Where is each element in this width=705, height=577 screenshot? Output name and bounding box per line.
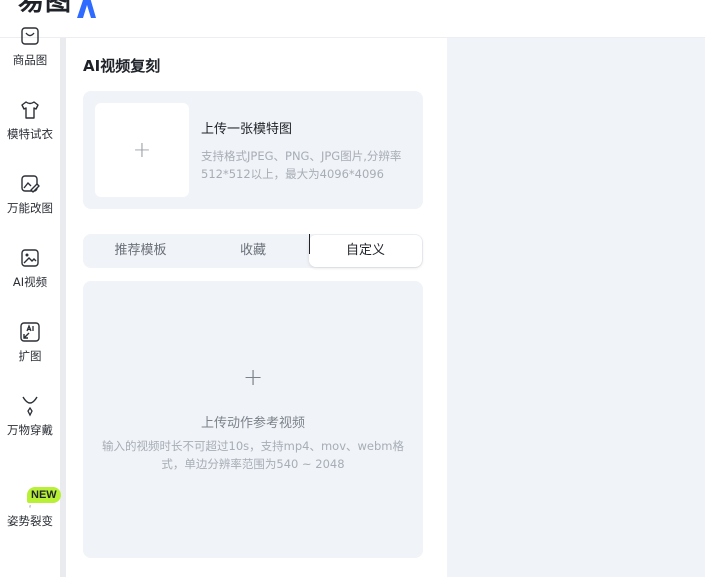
nav-item-expand[interactable]: 扩图 xyxy=(0,321,60,381)
brand-name: 易图 xyxy=(18,0,73,17)
upload-video-hint: 输入的视频时长不可超过10s，支持mp4、mov、webm格式，单边分辨率范围为… xyxy=(102,439,404,471)
panel-title: AI视频复刻 xyxy=(83,57,161,75)
ai-logo-icon xyxy=(77,0,97,18)
upload-image-hint: 支持格式JPEG、PNG、JPG图片,分辨率512*512以上，最大为4096*… xyxy=(201,149,402,181)
bag-icon xyxy=(21,27,39,45)
template-tabs: 推荐模板 收藏 自定义 xyxy=(83,234,423,268)
video-upload-area[interactable]: + 上传动作参考视频 输入的视频时长不可超过10s，支持mp4、mov、webm… xyxy=(83,281,423,558)
upload-video-title: 上传动作参考视频 xyxy=(200,416,305,431)
nav-label: 万能改图 xyxy=(7,201,53,215)
nav-label: 万物穿戴 xyxy=(7,423,53,437)
video-replicate-panel: AI视频复刻 + 上传一张模特图 支持格式JPEG、PNG、JPG图片,分辨率5… xyxy=(66,38,446,577)
tab-favorites[interactable]: 收藏 xyxy=(198,234,308,268)
necklace-icon xyxy=(22,396,38,417)
tab-custom[interactable]: 自定义 xyxy=(309,235,422,267)
preview-area xyxy=(447,38,705,577)
nav-label: 商品图 xyxy=(12,53,48,67)
nav-label: 模特试衣 xyxy=(7,127,53,141)
brand-logo[interactable]: 易图 xyxy=(18,0,98,18)
tab-recommended[interactable]: 推荐模板 xyxy=(83,234,198,268)
upload-image-button[interactable]: + xyxy=(95,103,189,197)
nav-item-wear-anything[interactable]: 万物穿戴 xyxy=(0,395,60,455)
shirt-icon xyxy=(21,101,39,119)
plus-icon: + xyxy=(242,363,264,391)
nav-label: AI视频 xyxy=(12,275,48,289)
plus-icon: + xyxy=(132,137,152,163)
model-image-upload-card: + 上传一张模特图 支持格式JPEG、PNG、JPG图片,分辨率512*512以… xyxy=(83,91,423,209)
nav-item-pose[interactable]: 姿势裂变 xyxy=(0,469,60,529)
video-icon xyxy=(21,249,39,267)
image-edit-icon xyxy=(21,175,40,193)
nav-item-model-tryon[interactable]: 模特试衣 xyxy=(0,99,60,159)
text-caret xyxy=(309,234,310,254)
nav-label: 姿势裂变 xyxy=(7,514,53,528)
nav-item-image-edit[interactable]: 万能改图 xyxy=(0,173,60,233)
expand-ai-icon xyxy=(20,322,40,342)
nav-label: 扩图 xyxy=(18,349,42,363)
nav-item-product-image[interactable]: 商品图 xyxy=(0,25,60,85)
upload-image-title: 上传一张模特图 xyxy=(201,122,293,137)
nav-item-ai-video[interactable]: AI视频 xyxy=(0,247,60,307)
top-bar: 易图 xyxy=(0,0,705,38)
pose-icon xyxy=(29,505,32,508)
